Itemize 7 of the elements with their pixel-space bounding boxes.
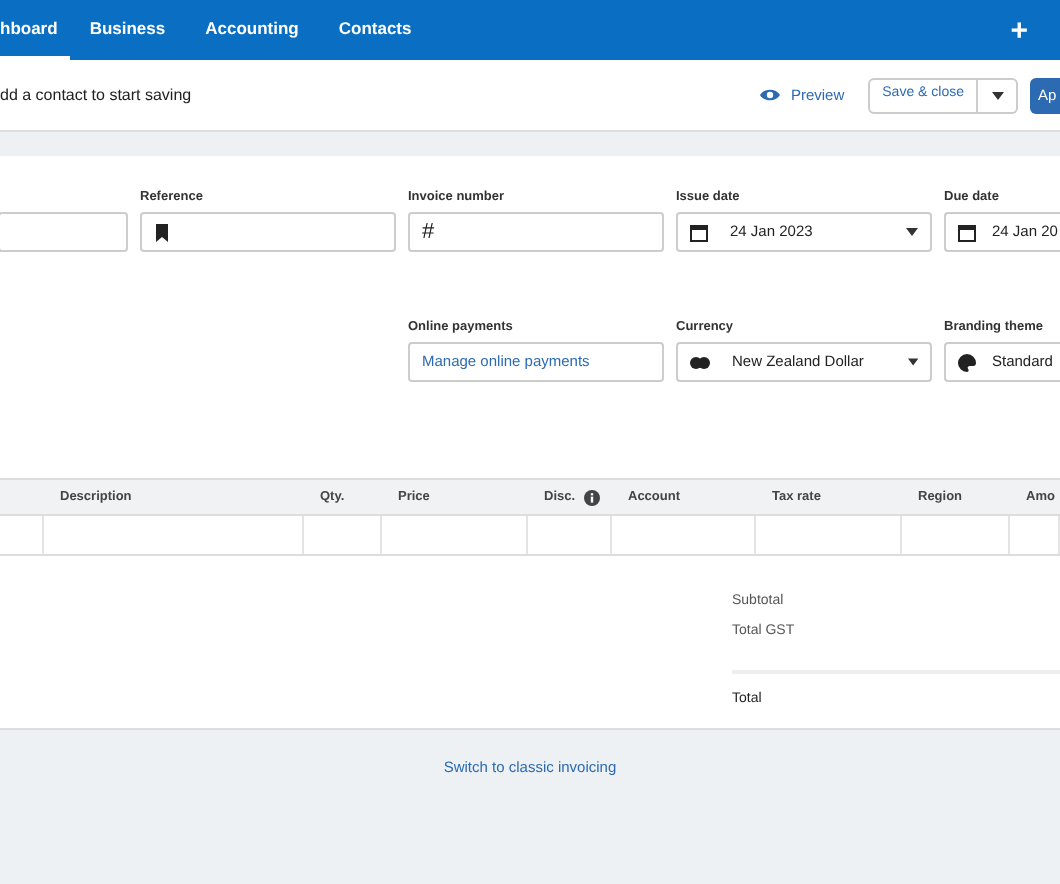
hash-sign: # xyxy=(422,221,435,243)
input-field[interactable]: # xyxy=(408,212,664,252)
nav-tab[interactable]: Business xyxy=(69,0,186,60)
contact-message: dd a contact to start saving xyxy=(0,83,192,107)
nav-tab[interactable]: Contacts xyxy=(318,0,432,60)
nav-tab[interactable]: Accounting xyxy=(185,0,319,60)
add-button[interactable]: + xyxy=(1010,0,1028,60)
